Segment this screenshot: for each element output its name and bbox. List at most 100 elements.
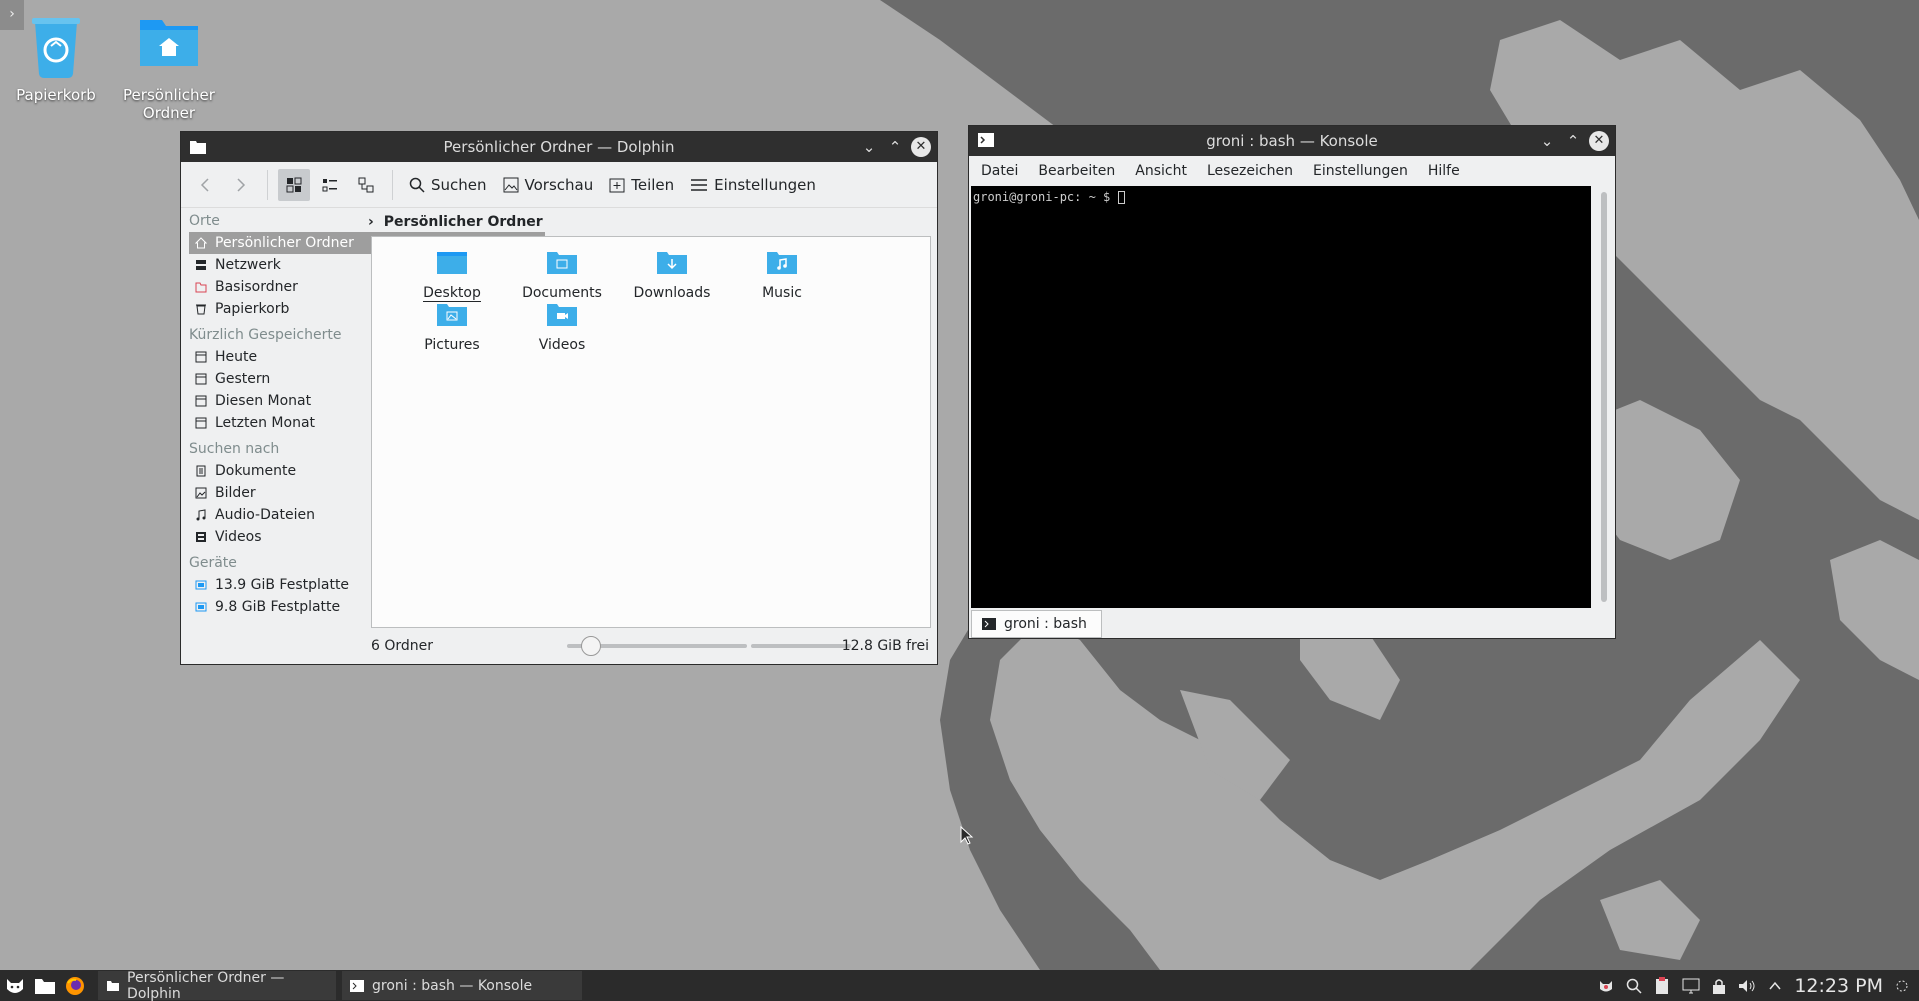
folder-item-label: Pictures: [424, 337, 480, 353]
pictures-folder-icon: [437, 304, 467, 326]
breadcrumb[interactable]: › Persönlicher Ordner: [368, 214, 543, 230]
dolphin-window: Persönlicher Ordner — Dolphin ⌄ ⌃ ✕ Such…: [180, 131, 938, 665]
preview-label: Vorschau: [524, 175, 594, 194]
places-item-label: Gestern: [215, 371, 271, 387]
task-konsole[interactable]: groni : bash — Konsole: [342, 971, 582, 1000]
shell-prompt: groni@groni-pc: ~ $: [973, 190, 1118, 204]
folder-icon: [107, 980, 119, 991]
konsole-tabbar: groni : bash: [971, 610, 1607, 638]
settings-button[interactable]: Einstellungen: [684, 169, 822, 201]
file-view[interactable]: Desktop Documents Downloads Music Pictur…: [371, 236, 931, 628]
document-icon: [196, 465, 206, 477]
volume-icon[interactable]: [1738, 978, 1756, 994]
trash-icon: [32, 18, 80, 78]
konsole-titlebar[interactable]: groni : bash — Konsole ⌄ ⌃ ✕: [969, 126, 1615, 156]
desktop-icon-trash[interactable]: Papierkorb: [1, 12, 111, 104]
task-label: groni : bash — Konsole: [372, 977, 533, 994]
maximize-icon[interactable]: ⌃: [885, 137, 905, 157]
calendar-icon: [195, 417, 207, 429]
zoom-slider-handle[interactable]: [581, 636, 601, 656]
folder-item-videos[interactable]: Videos: [507, 301, 617, 353]
menu-file[interactable]: Datei: [981, 163, 1018, 179]
icons-view-icon: [286, 177, 302, 192]
search-button[interactable]: Suchen: [403, 169, 493, 201]
menu-help[interactable]: Hilfe: [1428, 163, 1460, 179]
firefox-icon: [66, 976, 84, 995]
folder-item-desktop[interactable]: Desktop: [397, 249, 507, 302]
music-note-icon: [196, 509, 206, 521]
music-folder-icon: [767, 252, 797, 274]
clock[interactable]: 12:23 PM: [1794, 975, 1883, 997]
hard-disk-icon: [195, 580, 207, 590]
cat-logo-icon: [7, 978, 23, 993]
minimize-icon[interactable]: ⌄: [1537, 131, 1557, 151]
clipboard-icon[interactable]: [1654, 976, 1670, 995]
preview-button[interactable]: Vorschau: [497, 169, 600, 201]
scrollbar[interactable]: [1601, 192, 1607, 602]
places-item-label: Diesen Monat: [215, 393, 312, 409]
calendar-icon: [195, 395, 207, 407]
details-view-button[interactable]: [350, 169, 382, 201]
icons-view-button[interactable]: [278, 168, 310, 201]
folder-item-documents[interactable]: Documents: [507, 249, 617, 301]
breadcrumb-current[interactable]: Persönlicher Ordner: [384, 214, 543, 230]
system-tray: 12:23 PM: [1598, 970, 1919, 1001]
menu-settings[interactable]: Einstellungen: [1313, 163, 1408, 179]
app-launcher-button[interactable]: [0, 970, 30, 1001]
places-item-label: Papierkorb: [215, 301, 290, 317]
menu-edit[interactable]: Bearbeiten: [1038, 163, 1115, 179]
maximize-icon[interactable]: ⌃: [1563, 131, 1583, 151]
terminal-icon: [978, 133, 994, 147]
desktop-icon-home[interactable]: Persönlicher Ordner: [114, 12, 224, 122]
session-tab[interactable]: groni : bash: [971, 610, 1102, 638]
home-folder-icon: [140, 20, 198, 66]
back-button[interactable]: [189, 169, 221, 201]
terminal-icon: [982, 618, 996, 630]
launch-firefox[interactable]: [60, 970, 90, 1001]
launch-file-manager[interactable]: [30, 970, 60, 1001]
cat-tray-icon[interactable]: [1598, 978, 1614, 994]
places-item-label: 9.8 GiB Festplatte: [215, 599, 341, 615]
chevron-left-icon: [200, 177, 209, 192]
task-dolphin[interactable]: Persönlicher Ordner — Dolphin: [98, 970, 336, 1001]
search-icon: [409, 177, 425, 193]
dolphin-titlebar[interactable]: Persönlicher Ordner — Dolphin ⌄ ⌃ ✕: [181, 132, 937, 162]
network-monitor-icon[interactable]: [1682, 978, 1700, 994]
places-item-label: 13.9 GiB Festplatte: [215, 577, 350, 593]
chevron-up-icon[interactable]: [1768, 980, 1782, 992]
menu-bookmarks[interactable]: Lesezeichen: [1207, 163, 1293, 179]
minimize-icon[interactable]: ⌄: [859, 137, 879, 157]
free-space-bar: [751, 644, 851, 648]
search-label: Suchen: [431, 175, 487, 194]
menu-view[interactable]: Ansicht: [1135, 163, 1187, 179]
settings-label: Einstellungen: [714, 175, 816, 194]
close-icon[interactable]: ✕: [911, 137, 931, 157]
forward-button[interactable]: [225, 169, 257, 201]
videos-folder-icon: [547, 304, 577, 326]
red-folder-icon: [195, 282, 207, 293]
desktop-icon-label: Papierkorb: [16, 86, 96, 104]
folder-item-music[interactable]: Music: [727, 249, 837, 301]
places-item-label: Bilder: [215, 485, 256, 501]
folder-item-downloads[interactable]: Downloads: [617, 249, 727, 301]
film-icon: [196, 532, 206, 542]
places-item-label: Videos: [215, 529, 262, 545]
share-icon: [609, 178, 625, 192]
folder-item-pictures[interactable]: Pictures: [397, 301, 507, 353]
documents-folder-icon: [547, 252, 577, 274]
konsole-window: groni : bash — Konsole ⌄ ⌃ ✕ Datei Bearb…: [968, 125, 1616, 639]
chevron-right-icon: ›: [368, 214, 374, 230]
places-item-label: Basisordner: [215, 279, 298, 295]
close-icon[interactable]: ✕: [1589, 131, 1609, 151]
search-icon[interactable]: [1626, 978, 1642, 994]
terminal-area[interactable]: groni@groni-pc: ~ $: [971, 186, 1591, 608]
downloads-folder-icon: [657, 252, 687, 274]
compact-view-button[interactable]: [314, 169, 346, 201]
folder-count: 6 Ordner: [371, 638, 434, 654]
lock-icon[interactable]: [1712, 978, 1726, 994]
status-bar: 6 Ordner 12.8 GiB frei: [371, 634, 931, 658]
desktop-toolbox-icon[interactable]: [1895, 979, 1909, 993]
share-button[interactable]: Teilen: [603, 169, 680, 201]
places-item-label: Audio-Dateien: [215, 507, 315, 523]
compact-view-icon: [322, 178, 337, 191]
